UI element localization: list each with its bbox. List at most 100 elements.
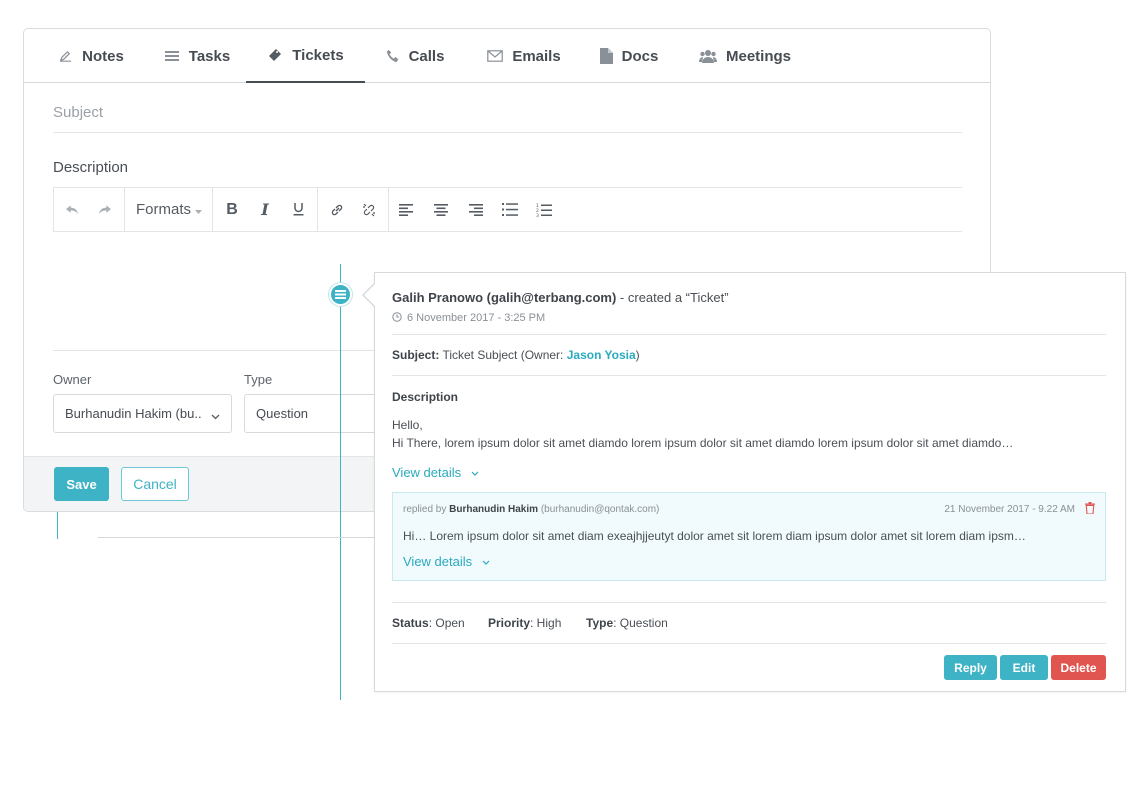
tab-bar: Notes Tasks Tickets Calls Emails Docs Me… bbox=[24, 29, 990, 83]
toolbar-separator bbox=[317, 188, 318, 231]
tab-label: Meetings bbox=[725, 47, 791, 65]
tab-meetings[interactable]: Meetings bbox=[690, 29, 800, 83]
tab-calls[interactable]: Calls bbox=[370, 29, 460, 83]
pencil-icon bbox=[58, 49, 73, 64]
timestamp-text: 6 November 2017 - 3:25 PM bbox=[407, 312, 546, 324]
owner-select[interactable]: Burhanudin Hakim (bu.. bbox=[53, 394, 232, 433]
chevron-down-icon bbox=[482, 553, 490, 568]
clock-icon bbox=[392, 312, 402, 325]
reply-timestamp: 21 November 2017 - 9.22 AM bbox=[944, 504, 1075, 515]
reply-view-details-link[interactable]: View details bbox=[403, 553, 490, 569]
status-key: Status bbox=[392, 616, 429, 630]
divider bbox=[392, 375, 1106, 376]
type-value: Question bbox=[256, 406, 309, 421]
view-details-link[interactable]: View details bbox=[392, 464, 479, 480]
document-icon bbox=[599, 48, 613, 64]
type-label: Type bbox=[244, 372, 273, 387]
reply-meta: replied by Burhanudin Hakim (burhanudin@… bbox=[403, 504, 659, 515]
tab-label: Calls bbox=[408, 47, 445, 65]
formats-label: Formats bbox=[135, 201, 191, 218]
link-icon[interactable] bbox=[324, 188, 350, 231]
status-value: : Open bbox=[428, 616, 465, 630]
save-button[interactable]: Save bbox=[54, 467, 109, 501]
priority-field: Priority: High bbox=[488, 616, 561, 630]
reply-text: Hi… Lorem ipsum dolor sit amet diam exea… bbox=[403, 529, 1026, 543]
formats-dropdown[interactable]: Formats bbox=[126, 188, 212, 231]
chevron-down-icon bbox=[211, 408, 220, 423]
delete-button[interactable]: Delete bbox=[1051, 655, 1106, 680]
trash-icon[interactable] bbox=[1085, 502, 1095, 517]
reply-button[interactable]: Reply bbox=[944, 655, 997, 680]
tab-tasks[interactable]: Tasks bbox=[148, 29, 246, 83]
chevron-down-icon bbox=[471, 464, 479, 479]
tab-label: Tasks bbox=[188, 47, 231, 65]
redo-icon[interactable] bbox=[92, 188, 116, 231]
view-details-label: View details bbox=[392, 465, 462, 480]
unlink-icon[interactable] bbox=[356, 188, 382, 231]
ticket-icon bbox=[267, 47, 283, 63]
description-label: Description bbox=[53, 159, 129, 176]
priority-key: Priority bbox=[488, 616, 531, 630]
view-details-label: View details bbox=[403, 554, 473, 569]
align-left-icon[interactable] bbox=[394, 188, 418, 231]
editor-toolbar: Formats B I 123 bbox=[53, 187, 962, 232]
subject-value: Ticket Subject (Owner: bbox=[439, 348, 567, 362]
timeline-connector bbox=[98, 537, 378, 538]
users-icon bbox=[698, 49, 717, 63]
tab-tickets[interactable]: Tickets bbox=[246, 29, 365, 83]
tab-label: Tickets bbox=[292, 46, 344, 64]
divider bbox=[392, 643, 1106, 644]
edit-button[interactable]: Edit bbox=[1000, 655, 1048, 680]
tab-label: Emails bbox=[512, 47, 561, 65]
subject-underline bbox=[53, 132, 962, 133]
underline-icon[interactable] bbox=[286, 188, 310, 231]
type-key: Type bbox=[586, 616, 614, 630]
timeline-line bbox=[340, 264, 341, 700]
toolbar-separator bbox=[124, 188, 125, 231]
activity-action: - created a “Ticket” bbox=[616, 290, 729, 305]
list-icon bbox=[164, 49, 180, 63]
tab-label: Docs bbox=[621, 47, 659, 65]
description-line-2: Hi There, lorem ipsum dolor sit amet dia… bbox=[392, 436, 1014, 450]
tab-notes[interactable]: Notes bbox=[38, 29, 144, 83]
type-select[interactable]: Question bbox=[244, 394, 394, 433]
timeline-line bbox=[57, 512, 58, 539]
reply-box: replied by Burhanudin Hakim (burhanudin@… bbox=[392, 492, 1106, 581]
description-line-1: Hello, bbox=[392, 418, 423, 432]
type-field: Type: Question bbox=[586, 616, 668, 630]
subject-row: Subject: Ticket Subject (Owner: Jason Yo… bbox=[392, 348, 640, 362]
undo-icon[interactable] bbox=[60, 188, 84, 231]
type-value: : Question bbox=[613, 616, 668, 630]
priority-value: : High bbox=[530, 616, 562, 630]
phone-icon bbox=[386, 49, 400, 63]
italic-icon[interactable]: I bbox=[253, 188, 277, 231]
cancel-button[interactable]: Cancel bbox=[121, 467, 189, 501]
numbered-list-icon[interactable]: 123 bbox=[532, 188, 556, 231]
divider bbox=[392, 334, 1106, 335]
subject-key: Subject: bbox=[392, 348, 440, 362]
ticket-node-icon bbox=[329, 283, 352, 306]
status-field: Status: Open bbox=[392, 616, 465, 630]
description-heading: Description bbox=[392, 390, 459, 404]
reply-email: (burhanudin@qontak.com) bbox=[538, 504, 660, 515]
owner-link[interactable]: Jason Yosia bbox=[567, 348, 636, 362]
bold-icon[interactable]: B bbox=[220, 188, 244, 231]
tab-docs[interactable]: Docs bbox=[590, 29, 668, 83]
toolbar-separator bbox=[212, 188, 213, 231]
bullet-list-icon[interactable] bbox=[498, 188, 522, 231]
card-pointer-fill bbox=[364, 284, 375, 306]
divider bbox=[392, 602, 1106, 603]
activity-card: Galih Pranowo (galih@terbang.com) - crea… bbox=[374, 272, 1126, 692]
align-right-icon[interactable] bbox=[464, 188, 488, 231]
tab-emails[interactable]: Emails bbox=[476, 29, 572, 83]
toolbar-separator bbox=[388, 188, 389, 231]
activity-header: Galih Pranowo (galih@terbang.com) - crea… bbox=[392, 290, 729, 305]
reply-author: Burhanudin Hakim bbox=[449, 504, 539, 515]
subject-close: ) bbox=[635, 348, 640, 362]
align-center-icon[interactable] bbox=[429, 188, 453, 231]
owner-value: Burhanudin Hakim (bu.. bbox=[65, 406, 202, 421]
owner-label: Owner bbox=[53, 372, 92, 387]
actor-name[interactable]: Galih Pranowo (galih@terbang.com) bbox=[392, 290, 616, 305]
subject-input[interactable]: Subject bbox=[53, 104, 103, 121]
envelope-icon bbox=[487, 50, 504, 62]
